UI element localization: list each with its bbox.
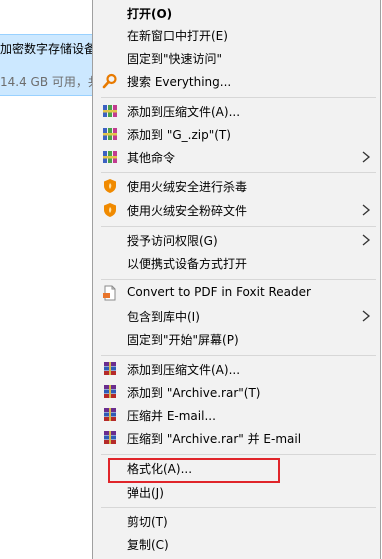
menu-item-label: 授予访问权限(G) [127,234,218,248]
menu-separator [101,279,376,280]
huorong-shield-icon [102,178,118,194]
menu-item-label: Convert to PDF in Foxit Reader [127,285,311,299]
menu-item-label: 搜索 Everything... [127,75,232,89]
menu-item-label: 在新窗口中打开(E) [127,29,228,43]
chevron-right-icon [362,310,371,322]
menu-separator [101,172,376,173]
menu-item-pin-quick-access[interactable]: 固定到"快速访问" [94,47,379,69]
menu-item-label: 复制(C) [127,538,169,552]
annotation-highlight-box [108,458,280,483]
menu-item-label: 固定到"开始"屏幕(P) [127,333,239,347]
menu-item-label: 添加到压缩文件(A)... [127,105,241,119]
menu-item-label: 压缩并 E-mail... [127,409,216,423]
explorer-pane: 加密数字存储设备 14.4 GB 可用，共 [0,0,92,559]
menu-item-label: 弹出(J) [127,486,164,500]
menu-separator [101,507,376,508]
menu-item-search-everything[interactable]: 搜索 Everything... [94,70,379,92]
menu-item-label: 添加到 "G_.zip"(T) [127,128,231,142]
menu-item-label: 其他命令 [127,151,176,165]
menu-item-open-portable[interactable]: 以便携式设备方式打开 [94,252,379,274]
menu-item-add-to-archive[interactable]: 添加到压缩文件(A)... [94,100,379,122]
menu-separator [101,226,376,227]
drive-name: 加密数字存储设备 [0,42,92,56]
menu-item-label: 使用火绒安全粉碎文件 [127,204,248,218]
menu-separator [101,355,376,356]
menu-item-open-new-window[interactable]: 在新窗口中打开(E) [94,24,379,46]
menu-item-huorong-scan[interactable]: 使用火绒安全进行杀毒 [94,175,379,197]
menu-item-label: 以便携式设备方式打开 [127,257,248,271]
menu-item-eject[interactable]: 弹出(J) [94,481,379,503]
menu-separator [101,454,376,455]
winrar-stack-icon [102,430,118,446]
menu-item-other-commands[interactable]: 其他命令 [94,146,379,168]
magnifier-icon [102,73,118,89]
pdf-document-icon [102,285,118,301]
menu-item-label: 固定到"快速访问" [127,52,223,66]
menu-item-include-library[interactable]: 包含到库中(I) [94,305,379,327]
drive-free-space: 14.4 GB 可用，共 [0,75,92,89]
chevron-right-icon [362,234,371,246]
winrar-stack-icon [102,384,118,400]
menu-separator [101,97,376,98]
winrar-stack-icon [102,361,118,377]
menu-item-label: 使用火绒安全进行杀毒 [127,180,248,194]
menu-item-grant-access[interactable]: 授予访问权限(G) [94,229,379,251]
menu-item-cut[interactable]: 剪切(T) [94,510,379,532]
menu-item-compress-email[interactable]: 压缩并 E-mail... [94,404,379,426]
menu-item-huorong-shred[interactable]: 使用火绒安全粉碎文件 [94,199,379,221]
winrar-stack-icon [102,407,118,423]
menu-item-add-to-g-zip[interactable]: 添加到 "G_.zip"(T) [94,123,379,145]
menu-item-label: 添加到压缩文件(A)... [127,363,241,377]
menu-item-add-to-archive-rar[interactable]: 添加到压缩文件(A)... [94,358,379,380]
menu-item-label: 打开(O) [127,7,173,21]
menu-item-open[interactable]: 打开(O) [94,2,379,24]
huorong-shield-icon [102,202,118,218]
winrar-books-icon [102,149,118,165]
chevron-right-icon [362,151,371,163]
menu-item-copy[interactable]: 复制(C) [94,533,379,555]
menu-item-label: 剪切(T) [127,515,168,529]
menu-item-label: 添加到 "Archive.rar"(T) [127,386,261,400]
menu-item-label: 包含到库中(I) [127,310,200,324]
menu-item-label: 压缩到 "Archive.rar" 并 E-mail [127,432,302,446]
winrar-books-icon [102,103,118,119]
chevron-right-icon [362,204,371,216]
winrar-books-icon [102,126,118,142]
menu-item-add-to-archive-rar-named[interactable]: 添加到 "Archive.rar"(T) [94,381,379,403]
menu-item-convert-pdf[interactable]: Convert to PDF in Foxit Reader [94,282,379,304]
menu-item-compress-rar-email[interactable]: 压缩到 "Archive.rar" 并 E-mail [94,427,379,449]
menu-item-pin-start[interactable]: 固定到"开始"屏幕(P) [94,328,379,350]
